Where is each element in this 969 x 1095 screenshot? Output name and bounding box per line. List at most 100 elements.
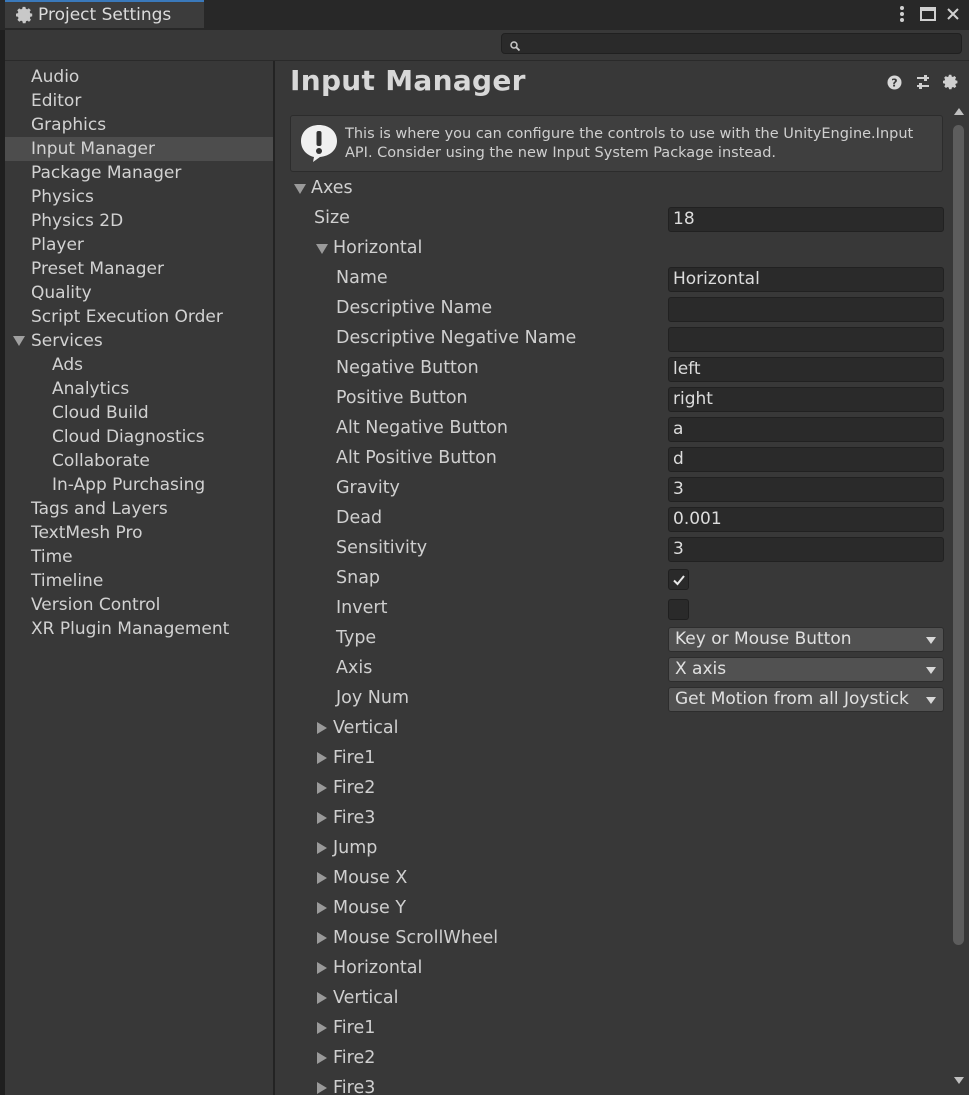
gravity-field[interactable]: 3	[668, 477, 944, 502]
sidebar-item-services[interactable]: Services	[5, 329, 273, 353]
sidebar-item-collaborate[interactable]: Collaborate	[5, 449, 273, 473]
sidebar-item-label: XR Plugin Management	[31, 619, 230, 639]
preset-icon[interactable]	[914, 73, 932, 91]
sidebar-item-cloud-build[interactable]: Cloud Build	[5, 401, 273, 425]
foldout-collapsed-icon[interactable]	[317, 932, 327, 944]
sidebar-item-quality[interactable]: Quality	[5, 281, 273, 305]
settings-panel: Input Manager ? This is where you can co…	[275, 61, 969, 1095]
sidebar-item-cloud-diagnostics[interactable]: Cloud Diagnostics	[5, 425, 273, 449]
axis-foldout-horizontal: Horizontal	[275, 234, 955, 264]
foldout-collapsed-icon[interactable]	[317, 992, 327, 1004]
axis-foldout-mouse-scrollwheel[interactable]: Mouse ScrollWheel	[275, 924, 955, 954]
alt-positive-button-field[interactable]: d	[668, 447, 944, 472]
foldout-collapsed-icon[interactable]	[317, 1082, 327, 1094]
sidebar-item-editor[interactable]: Editor	[5, 89, 273, 113]
foldout-collapsed-icon[interactable]	[317, 902, 327, 914]
foldout-collapsed-icon[interactable]	[317, 1052, 327, 1064]
search-input[interactable]	[501, 33, 962, 54]
type-dropdown[interactable]: Key or Mouse Button	[668, 627, 944, 652]
field-label: Size	[314, 208, 350, 228]
axis-foldout-fire3[interactable]: Fire3	[275, 804, 955, 834]
scroll-up-icon[interactable]	[954, 108, 964, 115]
axis-foldout-fire2[interactable]: Fire2	[275, 774, 955, 804]
foldout-collapsed-icon[interactable]	[317, 752, 327, 764]
field-label: Dead	[336, 508, 383, 528]
scrollbar-thumb[interactable]	[953, 125, 964, 945]
field-label: Fire1	[333, 748, 376, 768]
more-options-icon[interactable]	[892, 4, 912, 24]
sidebar-item-label: Audio	[31, 67, 80, 87]
field-row-gravity: Gravity 3	[275, 474, 955, 504]
expand-triangle-icon[interactable]	[13, 336, 25, 346]
maximize-icon[interactable]	[918, 4, 938, 24]
field-row-snap: Snap	[275, 564, 955, 594]
axis-foldout-fire1[interactable]: Fire1	[275, 1014, 955, 1044]
axis-foldout-fire2[interactable]: Fire2	[275, 1044, 955, 1074]
snap-checkbox[interactable]	[668, 569, 689, 590]
axis-foldout-vertical[interactable]: Vertical	[275, 984, 955, 1014]
field-row-sensitivity: Sensitivity 3	[275, 534, 955, 564]
sidebar-item-ads[interactable]: Ads	[5, 353, 273, 377]
foldout-collapsed-icon[interactable]	[317, 872, 327, 884]
sidebar-item-physics-2d[interactable]: Physics 2D	[5, 209, 273, 233]
sidebar-item-package-manager[interactable]: Package Manager	[5, 161, 273, 185]
field-row-name: Name Horizontal	[275, 264, 955, 294]
foldout-collapsed-icon[interactable]	[317, 1022, 327, 1034]
axis-foldout-jump[interactable]: Jump	[275, 834, 955, 864]
joy-num-dropdown[interactable]: Get Motion from all Joystick	[668, 687, 944, 712]
negative-button-field[interactable]: left	[668, 357, 944, 382]
foldout-collapsed-icon[interactable]	[317, 722, 327, 734]
sidebar-item-audio[interactable]: Audio	[5, 65, 273, 89]
sidebar-item-tags-and-layers[interactable]: Tags and Layers	[5, 497, 273, 521]
sidebar-item-script-execution-order[interactable]: Script Execution Order	[5, 305, 273, 329]
sidebar-item-physics[interactable]: Physics	[5, 185, 273, 209]
field-label: Mouse Y	[333, 898, 407, 918]
settings-gear-icon[interactable]	[942, 73, 960, 91]
foldout-expanded-icon[interactable]	[294, 184, 306, 194]
dead-field[interactable]: 0.001	[668, 507, 944, 532]
descriptive-negative-name-field[interactable]	[668, 327, 944, 352]
foldout-collapsed-icon[interactable]	[317, 842, 327, 854]
alt-negative-button-field[interactable]: a	[668, 417, 944, 442]
sidebar-item-input-manager[interactable]: Input Manager	[5, 137, 273, 161]
axis-foldout-fire3[interactable]: Fire3	[275, 1074, 955, 1095]
foldout-collapsed-icon[interactable]	[317, 962, 327, 974]
field-row-invert: Invert	[275, 594, 955, 624]
field-label: Vertical	[333, 718, 399, 738]
foldout-expanded-icon[interactable]	[316, 244, 328, 254]
positive-button-field[interactable]: right	[668, 387, 944, 412]
axis-dropdown[interactable]: X axis	[668, 657, 944, 682]
sensitivity-field[interactable]: 3	[668, 537, 944, 562]
help-icon[interactable]: ?	[885, 73, 903, 91]
sidebar-item-analytics[interactable]: Analytics	[5, 377, 273, 401]
sidebar-item-graphics[interactable]: Graphics	[5, 113, 273, 137]
sidebar-item-label: Timeline	[31, 571, 104, 591]
sidebar-item-time[interactable]: Time	[5, 545, 273, 569]
sidebar-item-version-control[interactable]: Version Control	[5, 593, 273, 617]
size-field[interactable]: 18	[668, 207, 944, 232]
axis-foldout-mouse-x[interactable]: Mouse X	[275, 864, 955, 894]
foldout-collapsed-icon[interactable]	[317, 782, 327, 794]
invert-checkbox[interactable]	[668, 599, 689, 620]
sidebar-item-textmesh-pro[interactable]: TextMesh Pro	[5, 521, 273, 545]
sidebar-item-label: Cloud Build	[52, 403, 149, 423]
name-field[interactable]: Horizontal	[668, 267, 944, 292]
sidebar-item-player[interactable]: Player	[5, 233, 273, 257]
foldout-collapsed-icon[interactable]	[317, 812, 327, 824]
axis-foldout-fire1[interactable]: Fire1	[275, 744, 955, 774]
axis-foldout-vertical[interactable]: Vertical	[275, 714, 955, 744]
axis-foldout-mouse-y[interactable]: Mouse Y	[275, 894, 955, 924]
sidebar-item-label: Package Manager	[31, 163, 182, 183]
field-label: Negative Button	[336, 358, 479, 378]
sidebar-item-xr-plugin-management[interactable]: XR Plugin Management	[5, 617, 273, 641]
close-icon[interactable]	[943, 4, 963, 24]
sidebar-item-preset-manager[interactable]: Preset Manager	[5, 257, 273, 281]
tab-project-settings[interactable]: Project Settings	[5, 0, 204, 28]
axis-foldout-horizontal[interactable]: Horizontal	[275, 954, 955, 984]
help-message: This is where you can configure the cont…	[345, 126, 914, 161]
sidebar-item-in-app-purchasing[interactable]: In-App Purchasing	[5, 473, 273, 497]
field-label: Axis	[336, 658, 373, 678]
scroll-down-icon[interactable]	[954, 1077, 964, 1084]
descriptive-name-field[interactable]	[668, 297, 944, 322]
sidebar-item-timeline[interactable]: Timeline	[5, 569, 273, 593]
